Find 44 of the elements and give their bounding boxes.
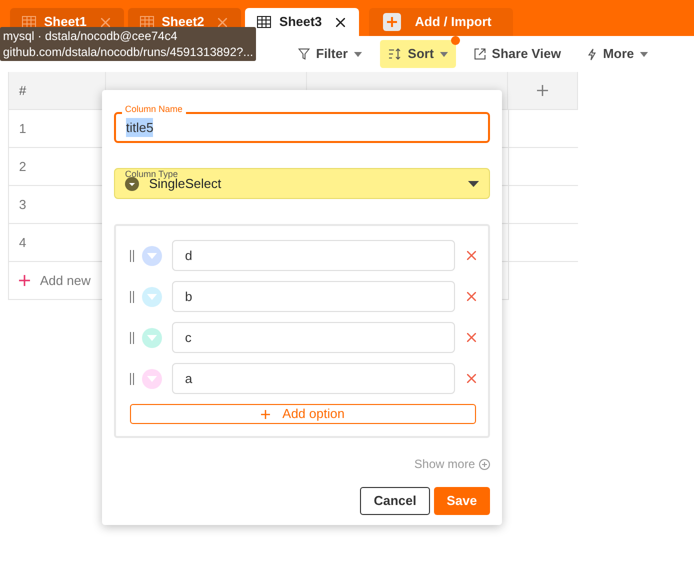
- grid-icon: [22, 16, 36, 28]
- drag-handle-icon[interactable]: [130, 332, 134, 344]
- external-link-icon: [474, 48, 486, 60]
- tooltip: mysql · dstala/nocodb@cee74c4 github.com/dstala/nocodb/runs/4591313892?...: [0, 27, 256, 61]
- grid-icon: [140, 16, 154, 28]
- drag-handle-icon[interactable]: [130, 250, 134, 262]
- add-row-button[interactable]: Add new: [9, 262, 101, 299]
- color-swatch[interactable]: [142, 286, 162, 306]
- close-icon[interactable]: [336, 18, 345, 26]
- sheet-tab[interactable]: Sheet3: [245, 8, 359, 36]
- filter-button[interactable]: Filter: [290, 40, 370, 68]
- sort-icon: [388, 48, 402, 60]
- plus-circle-icon: [479, 458, 490, 470]
- option-input[interactable]: a: [172, 363, 455, 394]
- color-swatch[interactable]: [142, 368, 162, 388]
- grid-icon: [257, 16, 272, 28]
- option-input[interactable]: c: [172, 322, 455, 353]
- remove-icon[interactable]: [467, 251, 476, 260]
- share-button[interactable]: Share View: [466, 40, 569, 68]
- remove-icon[interactable]: [467, 292, 476, 301]
- field-label: Column Name: [122, 103, 186, 115]
- drag-handle-icon[interactable]: [130, 372, 134, 384]
- field-label: Column Type: [124, 168, 178, 179]
- option-input[interactable]: d: [172, 240, 455, 271]
- color-swatch[interactable]: [142, 246, 162, 266]
- color-swatch[interactable]: [142, 328, 162, 348]
- filter-icon: [298, 48, 310, 60]
- indicator-dot: [450, 36, 460, 45]
- caret-icon: [354, 52, 362, 56]
- lightning-icon: [586, 48, 597, 60]
- caret-icon: [468, 180, 479, 186]
- remove-icon[interactable]: [467, 333, 476, 342]
- plus-icon: [261, 410, 270, 419]
- caret-icon: [440, 52, 448, 56]
- caret-icon: [640, 52, 648, 56]
- plus-icon: [382, 13, 401, 31]
- more-button[interactable]: More: [578, 40, 656, 68]
- remove-icon[interactable]: [467, 374, 476, 383]
- option-input[interactable]: b: [172, 281, 455, 312]
- cancel-button[interactable]: Cancel: [360, 487, 430, 515]
- plus-icon: [19, 275, 30, 286]
- drag-handle-icon[interactable]: [130, 290, 134, 302]
- single-select-icon: [125, 176, 139, 190]
- add-column-icon[interactable]: [537, 85, 548, 96]
